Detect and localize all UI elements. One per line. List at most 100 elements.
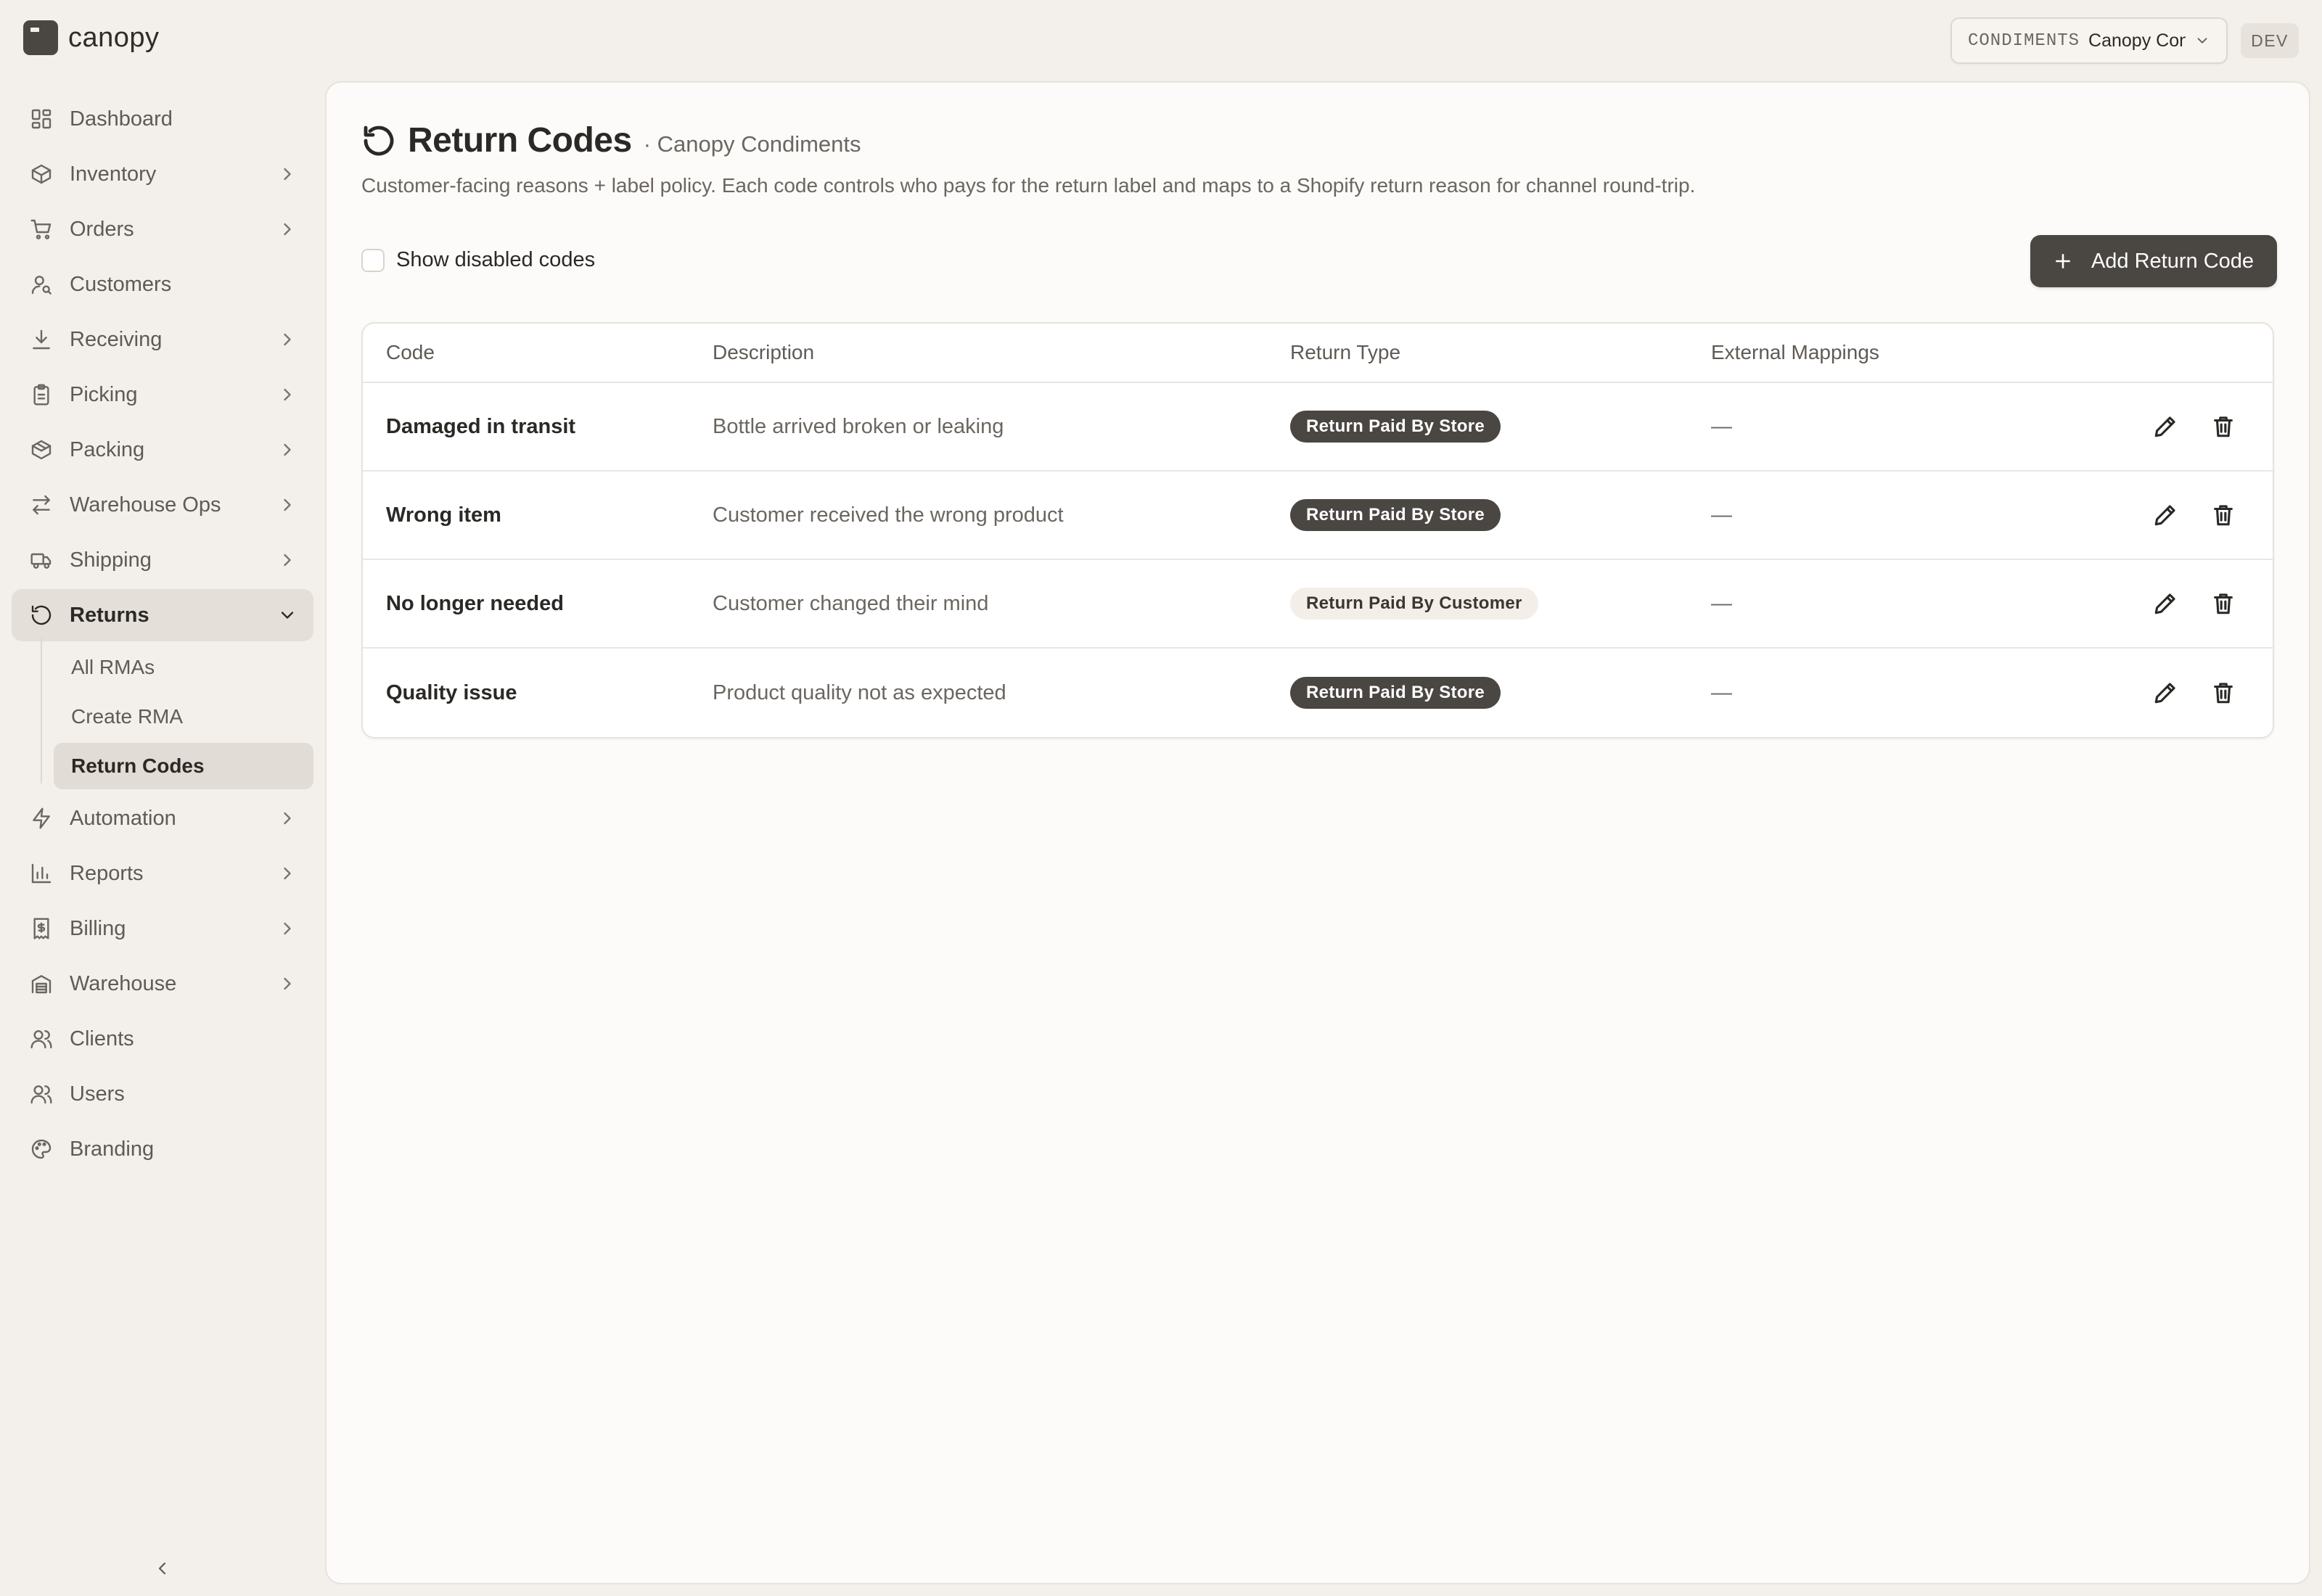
page-subtitle: · Canopy Condiments <box>643 131 861 157</box>
chevron-right-icon <box>277 219 298 239</box>
table-row[interactable]: Quality issue Product quality not as expe… <box>363 649 2273 737</box>
sidebar-item-label: Clients <box>70 1027 134 1050</box>
sidebar-item-branding[interactable]: Branding <box>12 1123 313 1175</box>
sidebar-item-automation[interactable]: Automation <box>12 792 313 844</box>
column-header-code[interactable]: Code <box>386 324 435 382</box>
chevron-right-icon <box>277 329 298 350</box>
table-row[interactable]: No longer needed Customer changed their m… <box>363 560 2273 649</box>
sidebar-item-clients[interactable]: Clients <box>12 1013 313 1065</box>
sidebar-item-packing[interactable]: Packing <box>12 424 313 476</box>
sidebar-item-picking[interactable]: Picking <box>12 369 313 421</box>
edit-pencil-icon[interactable] <box>2152 502 2178 528</box>
page-description: Customer-facing reasons + label policy. … <box>361 174 1696 197</box>
app-root: canopy Dashboard Inventory Orders Customers… <box>0 0 2322 1596</box>
sidebar-subitem-return-codes[interactable]: Return Codes <box>54 743 313 789</box>
rotate-ccw-icon <box>29 603 54 628</box>
table-row[interactable]: Damaged in transit Bottle arrived broken … <box>363 383 2273 472</box>
delete-trash-icon[interactable] <box>2210 414 2236 440</box>
delete-trash-icon[interactable] <box>2210 591 2236 617</box>
sidebar-item-label: Returns <box>70 603 149 627</box>
page-title: Return Codes <box>408 121 632 160</box>
sidebar-item-returns[interactable]: Returns <box>12 589 313 641</box>
client-selector[interactable]: CONDIMENTS Canopy Cond <box>1950 17 2228 64</box>
page-header: Return Codes · Canopy Condiments <box>361 120 861 160</box>
sidebar-subitem-all-rmas[interactable]: All RMAs <box>54 644 313 691</box>
sidebar-item-label: Branding <box>70 1137 155 1161</box>
chevron-left-icon <box>158 1562 166 1575</box>
sidebar-item-label: Automation <box>70 806 176 830</box>
sidebar-item-receiving[interactable]: Receiving <box>12 313 313 366</box>
main-panel: Return Codes · Canopy Condiments Custome… <box>325 81 2310 1584</box>
sidebar-item-customers[interactable]: Customers <box>12 258 313 310</box>
sidebar-item-label: Packing <box>70 437 145 461</box>
return-code-name: Wrong item <box>386 503 501 527</box>
delete-trash-icon[interactable] <box>2210 680 2236 706</box>
app-logo[interactable]: canopy <box>23 20 160 55</box>
column-header-external-mappings[interactable]: External Mappings <box>1711 324 1879 382</box>
delete-trash-icon[interactable] <box>2210 502 2236 528</box>
users-icon <box>29 1027 54 1051</box>
external-mappings-value: — <box>1711 591 1732 615</box>
chevron-right-icon <box>277 384 298 405</box>
sidebar-item-warehouse[interactable]: Warehouse <box>12 958 313 1010</box>
sidebar-item-label: Warehouse Ops <box>70 493 221 517</box>
return-code-name: Damaged in transit <box>386 414 576 438</box>
sidebar-item-label: Reports <box>70 861 144 885</box>
sidebar-item-inventory[interactable]: Inventory <box>12 148 313 200</box>
client-name: Canopy Cond <box>2088 30 2186 51</box>
external-mappings-value: — <box>1711 414 1732 438</box>
sidebar-item-shipping[interactable]: Shipping <box>12 534 313 586</box>
return-code-description: Bottle arrived broken or leaking <box>713 414 1004 438</box>
sidebar-item-label: Picking <box>70 382 138 406</box>
logo-mark-icon <box>23 20 58 55</box>
return-code-description: Product quality not as expected <box>713 680 1006 704</box>
sidebar-item-label: Inventory <box>70 162 157 186</box>
sidebar-item-reports[interactable]: Reports <box>12 847 313 900</box>
user-search-icon <box>29 272 54 297</box>
edit-pencil-icon[interactable] <box>2152 414 2178 440</box>
show-disabled-checkbox[interactable] <box>361 248 385 272</box>
sidebar-item-orders[interactable]: Orders <box>12 203 313 255</box>
chevron-down-icon <box>277 605 298 625</box>
sidebar-item-warehouse-ops[interactable]: Warehouse Ops <box>12 479 313 531</box>
chevron-right-icon <box>277 495 298 515</box>
sidebar-subitem-create-rma[interactable]: Create RMA <box>54 694 313 740</box>
collapse-sidebar-button[interactable] <box>148 1554 177 1583</box>
submenu-rail <box>41 638 42 783</box>
clipboard-icon <box>29 382 54 407</box>
chevron-right-icon <box>277 974 298 994</box>
sidebar-item-label: Dashboard <box>70 107 173 131</box>
client-tag: CONDIMENTS <box>1968 30 2080 51</box>
environment-badge: DEV <box>2241 23 2299 58</box>
sidebar-item-billing[interactable]: Billing <box>12 902 313 955</box>
chevron-right-icon <box>277 550 298 570</box>
show-disabled-toggle[interactable]: Show disabled codes <box>361 248 595 272</box>
chevron-down-icon <box>2197 38 2207 44</box>
add-return-code-button[interactable]: Add Return Code <box>2030 235 2277 287</box>
sidebar-item-users[interactable]: Users <box>12 1068 313 1120</box>
edit-pencil-icon[interactable] <box>2152 680 2178 706</box>
chevron-right-icon <box>277 918 298 939</box>
sidebar-item-label: Users <box>70 1082 125 1106</box>
column-header-description[interactable]: Description <box>713 324 814 382</box>
return-code-description: Customer received the wrong product <box>713 503 1064 527</box>
warehouse-icon <box>29 971 54 996</box>
logo-text: canopy <box>68 22 160 53</box>
return-code-name: No longer needed <box>386 591 564 615</box>
sidebar-item-label: Receiving <box>70 327 163 351</box>
sidebar-item-label: Billing <box>70 916 126 940</box>
box-icon <box>29 162 54 186</box>
return-type-badge: Return Paid By Store <box>1290 677 1501 709</box>
sidebar: canopy Dashboard Inventory Orders Customers… <box>0 0 325 1596</box>
return-type-badge: Return Paid By Store <box>1290 499 1501 531</box>
table-row[interactable]: Wrong item Customer received the wrong pr… <box>363 472 2273 560</box>
chevron-right-icon <box>277 440 298 460</box>
sidebar-item-dashboard[interactable]: Dashboard <box>12 93 313 145</box>
edit-pencil-icon[interactable] <box>2152 591 2178 617</box>
plus-icon <box>2054 252 2072 271</box>
return-type-badge: Return Paid By Customer <box>1290 588 1538 620</box>
lightning-icon <box>29 806 54 831</box>
return-codes-table: Code Description Return Type External Ma… <box>361 322 2274 739</box>
show-disabled-label: Show disabled codes <box>396 248 596 271</box>
column-header-return-type[interactable]: Return Type <box>1290 324 1400 382</box>
